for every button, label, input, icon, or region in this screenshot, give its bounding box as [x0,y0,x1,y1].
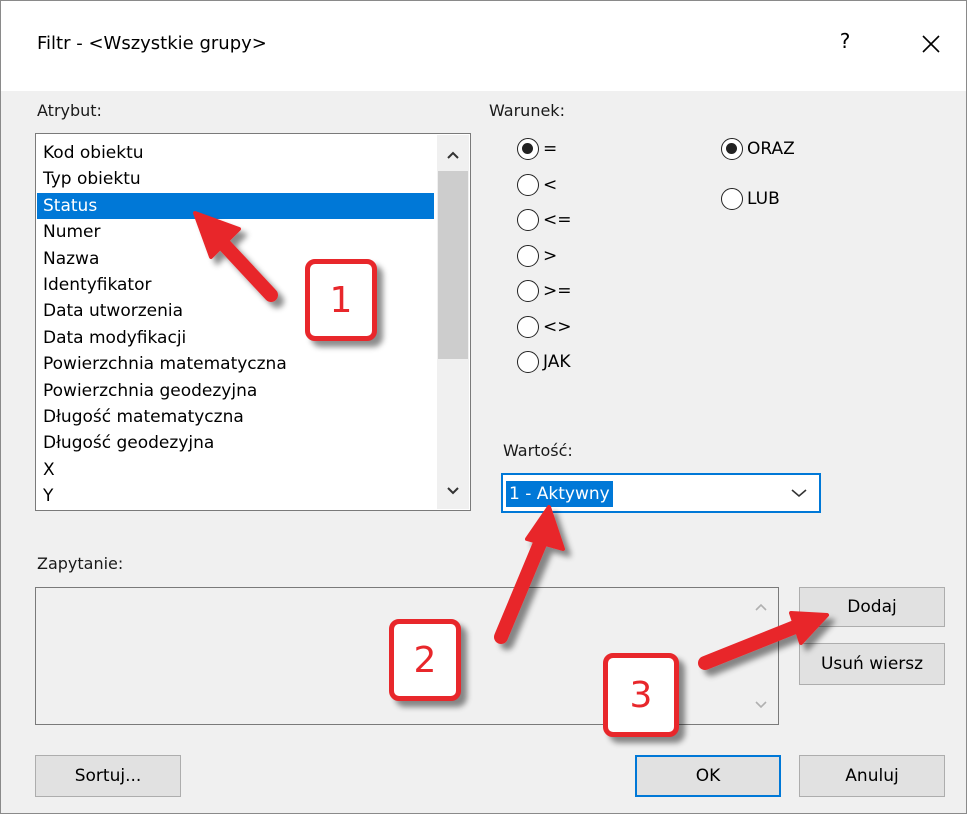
operator-radio[interactable]: > [517,244,557,268]
value-label: Wartość: [503,441,573,460]
list-item[interactable]: Status [37,192,434,220]
list-item[interactable]: X [37,457,434,483]
radio-circle-icon[interactable] [517,209,539,231]
logic-radio-label: ORAZ [747,139,795,159]
list-item[interactable]: Długość geodezyjna [37,430,434,456]
operator-radio[interactable]: <= [517,208,572,232]
scrollbar-thumb[interactable] [438,171,468,359]
sort-button[interactable]: Sortuj... [35,755,181,797]
filter-dialog: Filtr - <Wszystkie grupy> ? Atrybut: Kod… [0,0,967,814]
add-button[interactable]: Dodaj [799,587,945,627]
close-icon[interactable] [913,23,949,63]
radio-circle-icon[interactable] [721,138,743,160]
scroll-up-icon[interactable] [445,147,461,163]
operator-radio-label: >= [543,281,572,301]
operator-radio[interactable]: < [517,173,557,197]
ok-button[interactable]: OK [635,755,781,797]
operator-radio-label: < [543,174,558,195]
radio-circle-icon[interactable] [517,315,539,338]
annotation-badge-2: 2 [389,619,461,701]
operator-radio-label: > [543,245,558,266]
operator-radio-label: = [543,139,558,159]
logic-radio[interactable]: LUB [721,187,780,211]
annotation-badge-3: 3 [603,653,679,737]
operator-radio[interactable]: = [517,137,557,161]
query-scrollbar[interactable] [744,588,778,724]
scroll-down-icon[interactable] [445,483,461,499]
value-combobox[interactable]: 1 - Aktywny [501,473,821,513]
attribute-scrollbar[interactable] [437,135,469,509]
operator-radio[interactable]: >= [517,279,572,303]
attribute-listbox[interactable]: Kod obiektu Typ obiektu Status Numer Nazwa Id… [35,133,471,511]
operator-radio[interactable]: JAK [517,350,571,374]
radio-circle-icon[interactable] [517,351,539,373]
operator-radio-label: <> [543,316,572,337]
title-bar: Filtr - <Wszystkie grupy> ? [1,1,966,91]
cancel-button[interactable]: Anuluj [799,755,945,797]
query-label: Zapytanie: [37,554,124,573]
radio-circle-icon[interactable] [517,244,539,267]
condition-label: Warunek: [489,101,565,120]
radio-circle-icon[interactable] [517,280,539,302]
operator-radio-label: JAK [543,352,571,372]
scroll-down-icon[interactable] [753,698,769,712]
remove-row-button[interactable]: Usuń wiersz [799,643,945,685]
annotation-badge-1: 1 [305,259,377,341]
scroll-up-icon[interactable] [753,600,769,614]
radio-circle-icon[interactable] [517,138,539,160]
list-item[interactable]: Typ obiektu [37,166,434,192]
attribute-label: Atrybut: [37,101,102,120]
dialog-title: Filtr - <Wszystkie grupy> [37,33,267,54]
operator-radio[interactable]: <> [517,315,572,339]
list-item[interactable]: Numer [37,219,434,245]
list-item[interactable]: Y [37,483,434,509]
help-button[interactable]: ? [835,29,855,53]
list-item[interactable]: H [37,509,434,510]
chevron-down-icon[interactable] [790,487,808,499]
list-item[interactable]: Kod obiektu [37,140,434,166]
radio-circle-icon[interactable] [721,188,743,210]
list-item[interactable]: Powierzchnia matematyczna [37,351,434,377]
logic-radio[interactable]: ORAZ [721,137,795,161]
value-selected-text[interactable]: 1 - Aktywny [506,481,613,507]
list-item[interactable]: Długość matematyczna [37,404,434,430]
logic-radio-label: LUB [747,189,780,209]
operator-radio-label: <= [543,210,572,230]
radio-circle-icon[interactable] [517,173,539,196]
list-item[interactable]: Powierzchnia geodezyjna [37,378,434,404]
